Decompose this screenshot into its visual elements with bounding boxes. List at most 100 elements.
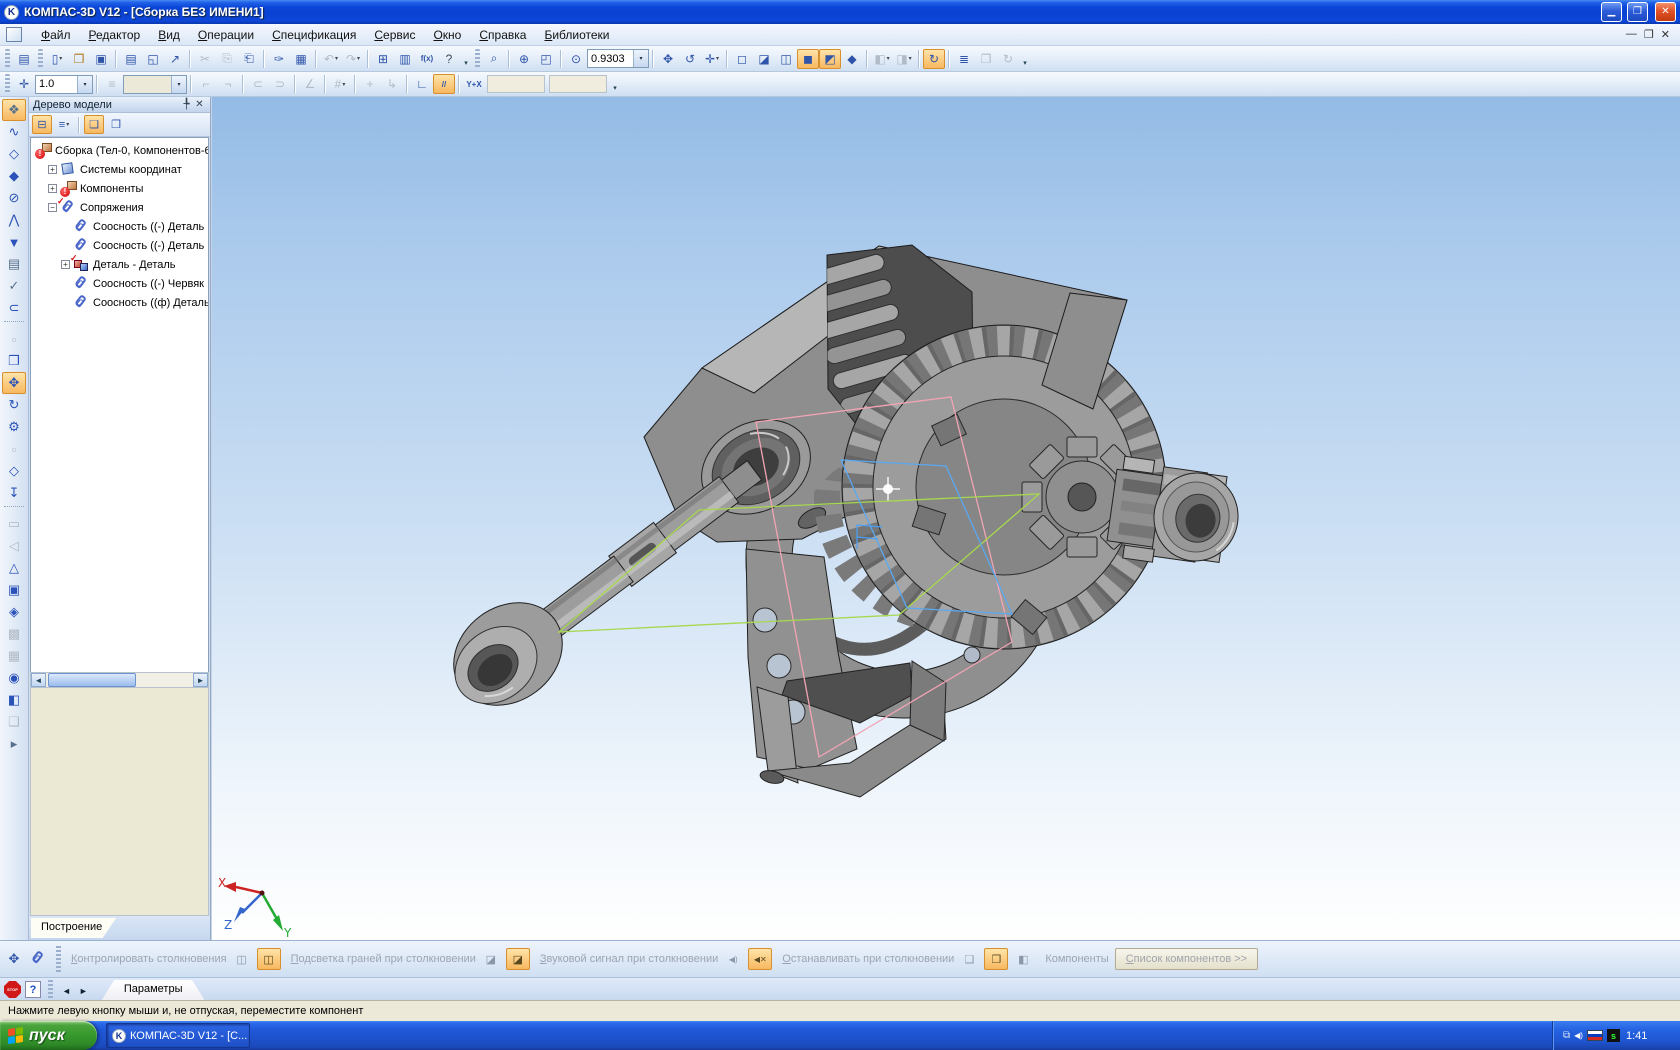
mdi-close-icon[interactable]: ✕ (1661, 28, 1670, 41)
surface-2-icon[interactable]: ◆ (2, 165, 26, 187)
pin-icon[interactable]: ╄ (180, 99, 193, 110)
stop-icon[interactable]: STOP (4, 981, 21, 998)
close-icon[interactable]: ✕ (193, 99, 206, 110)
rotate-view-icon[interactable]: ↺ (679, 49, 701, 69)
menu-Спецификация[interactable]: Спецификация (263, 26, 365, 44)
mdi-minimize-icon[interactable]: — (1626, 28, 1637, 41)
restore-button[interactable]: ❐ (1627, 2, 1648, 22)
wireframe-icon[interactable]: ◻ (731, 49, 753, 69)
spline-icon[interactable]: ∿ (2, 121, 26, 143)
close-button[interactable]: ✕ (1655, 2, 1676, 22)
zoom-scale-icon[interactable]: ⊙ (565, 49, 587, 69)
combo-dropdown-icon[interactable]: ▾ (77, 76, 92, 93)
network-icon[interactable]: ⧉ (1563, 1030, 1570, 1041)
keyboard-layout-icon[interactable]: s (1607, 1029, 1620, 1042)
more-arrow-icon[interactable]: ▸ (2, 733, 26, 755)
menu-Библиотеки[interactable]: Библиотеки (535, 26, 618, 44)
filter-icon[interactable]: ▼ (2, 231, 26, 253)
taskbar-app-button[interactable]: K КОМПАС-3D V12 - [С... (106, 1023, 250, 1048)
mdi-restore-icon[interactable]: ❐ (1644, 28, 1654, 41)
menu-Сервис[interactable]: Сервис (365, 26, 424, 44)
scroll-left-icon[interactable]: ◄ (31, 673, 46, 687)
combo-dropdown-icon[interactable]: ▾ (171, 76, 186, 93)
tree-item[interactable]: Соосность ((-) Червяк (31, 274, 208, 293)
tree-item[interactable]: Соосность ((ф) Деталь (31, 293, 208, 312)
step_value-combo[interactable]: 1.0▾ (35, 75, 93, 94)
menu-Справка[interactable]: Справка (470, 26, 535, 44)
sound-on-icon[interactable]: ◀) (721, 948, 745, 970)
stop-collision-2-icon[interactable]: ❐ (984, 948, 1008, 970)
surface-1-icon[interactable]: ◇ (2, 143, 26, 165)
scroll-track[interactable] (46, 673, 193, 687)
expand-icon[interactable]: + (48, 184, 57, 193)
zoom-in-out-icon[interactable]: ⊕ (513, 49, 535, 69)
variables-icon[interactable]: ⊞ (372, 49, 394, 69)
open-icon[interactable]: ❒ (68, 49, 90, 69)
expand-icon[interactable]: + (61, 260, 70, 269)
menu-Файл[interactable]: Файл (32, 26, 80, 44)
toolbar-handle[interactable] (475, 49, 480, 69)
menu-Редактор[interactable]: Редактор (80, 26, 150, 44)
viewport-3d[interactable]: X Z Y (211, 97, 1680, 940)
tab-scroll-right-icon[interactable]: ► (77, 986, 90, 996)
toolbar-overflow-icon[interactable]: ▾ (460, 49, 472, 69)
ortho-icon[interactable]: ∟ (411, 74, 433, 94)
cube-arrow-icon[interactable]: ↧ (2, 482, 26, 504)
collision-control-on-icon[interactable]: ◫ (257, 948, 281, 970)
face-highlight-off-icon[interactable]: ◪ (479, 948, 503, 970)
report-icon[interactable]: ▤ (2, 253, 26, 275)
model-tree-icon[interactable]: ❖ (2, 99, 26, 121)
print-preview-icon[interactable]: ◱ (142, 49, 164, 69)
catalog-icon[interactable]: ▥ (394, 49, 416, 69)
diamond-icon[interactable]: ◈ (2, 601, 26, 623)
clock[interactable]: 1:41 (1626, 1030, 1647, 1042)
check-icon[interactable]: ✓ (2, 275, 26, 297)
prism-2-icon[interactable]: △ (2, 557, 26, 579)
menu-Окно[interactable]: Окно (424, 26, 470, 44)
context-help-icon[interactable]: ? (438, 49, 460, 69)
tree-item[interactable]: +Деталь - Деталь (31, 255, 208, 274)
measure-icon[interactable]: ⋀ (2, 209, 26, 231)
expand-icon[interactable]: + (48, 165, 57, 174)
combo-dropdown-icon[interactable]: ▾ (633, 50, 648, 67)
print-icon[interactable]: ▤ (120, 49, 142, 69)
collapse-icon[interactable]: − (48, 203, 57, 212)
fx-icon[interactable]: f(x) (416, 49, 438, 69)
tree-structure-icon[interactable]: ⊟ (32, 115, 52, 134)
pan-icon[interactable]: ✥ (657, 49, 679, 69)
minimize-button[interactable]: ▁ (1601, 2, 1622, 22)
rotate-component-icon[interactable]: ↻ (2, 394, 26, 416)
specification-icon[interactable]: ▦ (290, 49, 312, 69)
menu-Вид[interactable]: Вид (149, 26, 189, 44)
toolbar-overflow-icon[interactable]: ▾ (1019, 49, 1031, 69)
tree-item[interactable]: −Сопряжения (31, 198, 208, 217)
toolbar-handle[interactable] (5, 74, 10, 94)
toolbar-overflow-icon[interactable]: ▾ (609, 74, 621, 94)
help-icon[interactable]: ? (25, 981, 41, 998)
orientation-icon[interactable]: ✛▾ (701, 49, 723, 69)
rotate-model-icon[interactable]: ↻ (923, 49, 945, 69)
tree-item[interactable]: Соосность ((-) Деталь (31, 217, 208, 236)
sound-off-icon[interactable]: ◀✕ (748, 948, 772, 970)
stop-collision-3-icon[interactable]: ◧ (1011, 948, 1035, 970)
sections-icon[interactable]: ❏ (84, 115, 104, 134)
tree-item[interactable]: +Системы координат (31, 160, 208, 179)
collision-icon[interactable]: ⚙ (2, 416, 26, 438)
menu-Операции[interactable]: Операции (189, 26, 263, 44)
move-part-icon[interactable]: ✛ (13, 74, 35, 94)
display-options-icon[interactable]: ≡▾ (54, 115, 74, 134)
collision-control-off-icon[interactable]: ◫ (230, 948, 254, 970)
cube-cyl-icon[interactable]: ◉ (2, 667, 26, 689)
coords-yx-icon[interactable]: Y+X (463, 74, 485, 94)
zoom-frame-icon[interactable]: ◰ (535, 49, 557, 69)
folder-icon[interactable]: ❒ (2, 350, 26, 372)
toolbar-handle[interactable] (38, 49, 43, 69)
paste-icon[interactable]: ⎗ (238, 49, 260, 69)
scroll-right-icon[interactable]: ► (193, 673, 208, 687)
save-icon[interactable]: ▣ (90, 49, 112, 69)
move-component-icon[interactable]: ✥ (2, 372, 26, 394)
tab-row-handle[interactable] (48, 980, 53, 998)
cube-face-icon[interactable]: ▣ (2, 579, 26, 601)
component-list-button[interactable]: Список компонентов >> (1115, 948, 1258, 970)
tab-construction[interactable]: Построение (31, 918, 116, 938)
